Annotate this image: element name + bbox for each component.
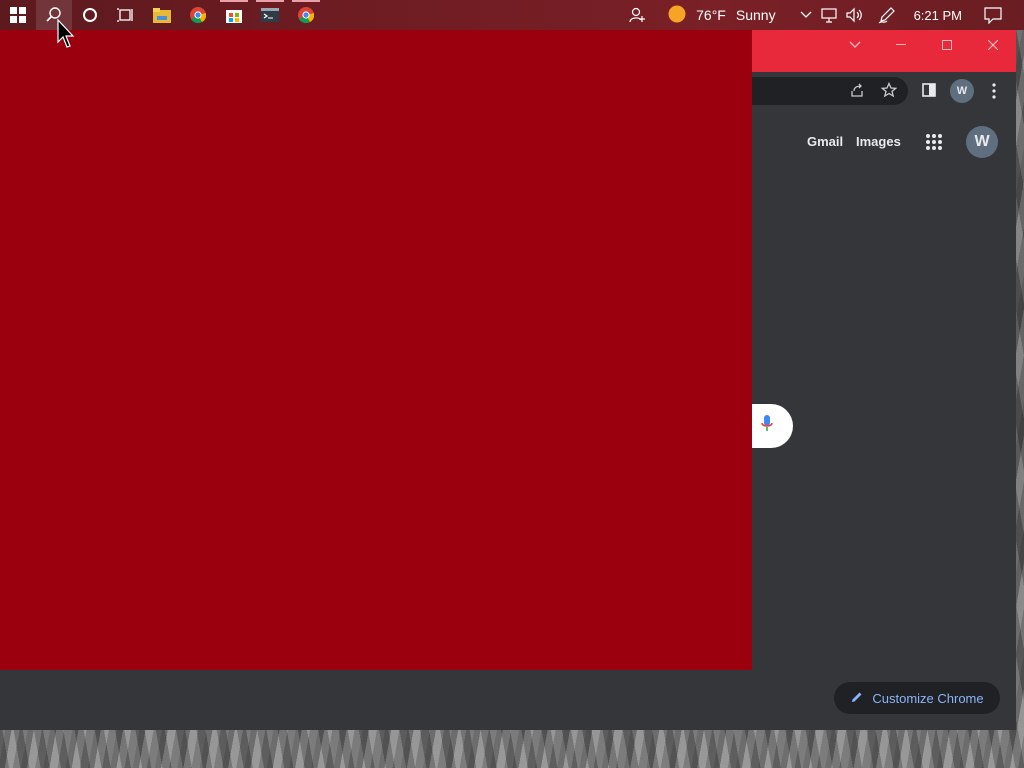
notification-icon[interactable] [976,0,1024,30]
clock-time[interactable]: 6:21 PM [906,0,976,30]
close-button[interactable] [970,30,1016,60]
bookmark-star-icon[interactable] [880,81,898,103]
sun-icon [668,5,686,26]
customize-chrome-label: Customize Chrome [872,690,984,706]
terminal-icon[interactable] [252,0,288,30]
weather-widget[interactable]: 76°F Sunny [662,0,781,30]
google-account-avatar[interactable]: W [966,126,998,158]
google-apps-icon[interactable] [925,133,943,156]
network-icon[interactable] [818,0,842,30]
people-icon[interactable] [622,0,652,30]
red-overlay-window[interactable] [0,30,752,670]
maximize-button[interactable] [924,30,970,60]
file-explorer-icon[interactable] [144,0,180,30]
chrome-icon[interactable] [180,0,216,30]
pen-icon[interactable] [868,0,906,30]
chevron-up-icon[interactable] [794,0,818,30]
profile-avatar[interactable]: W [950,79,974,103]
taskbar: 76°F Sunny 6:21 PM [0,0,1024,30]
microphone-icon [760,414,774,439]
gmail-link[interactable]: Gmail [807,134,843,149]
side-panel-icon[interactable] [922,83,936,102]
pencil-icon [850,690,864,707]
system-tray: 76°F Sunny 6:21 PM [622,0,1024,30]
weather-condition: Sunny [735,7,776,23]
chrome-canary-icon[interactable] [288,0,324,30]
mouse-cursor-icon [57,18,77,54]
volume-icon[interactable] [842,0,868,30]
tab-search-icon[interactable] [832,30,878,60]
windows-start-icon[interactable] [0,0,36,30]
customize-chrome-button[interactable]: Customize Chrome [834,682,1000,714]
weather-temp: 76°F [696,7,726,23]
share-icon[interactable] [849,83,865,104]
minimize-button[interactable] [878,30,924,60]
cortana-icon[interactable] [72,0,108,30]
chrome-menu-icon[interactable] [991,83,997,104]
images-link[interactable]: Images [856,134,901,149]
store-icon[interactable] [216,0,252,30]
task-view-icon[interactable] [108,0,144,30]
